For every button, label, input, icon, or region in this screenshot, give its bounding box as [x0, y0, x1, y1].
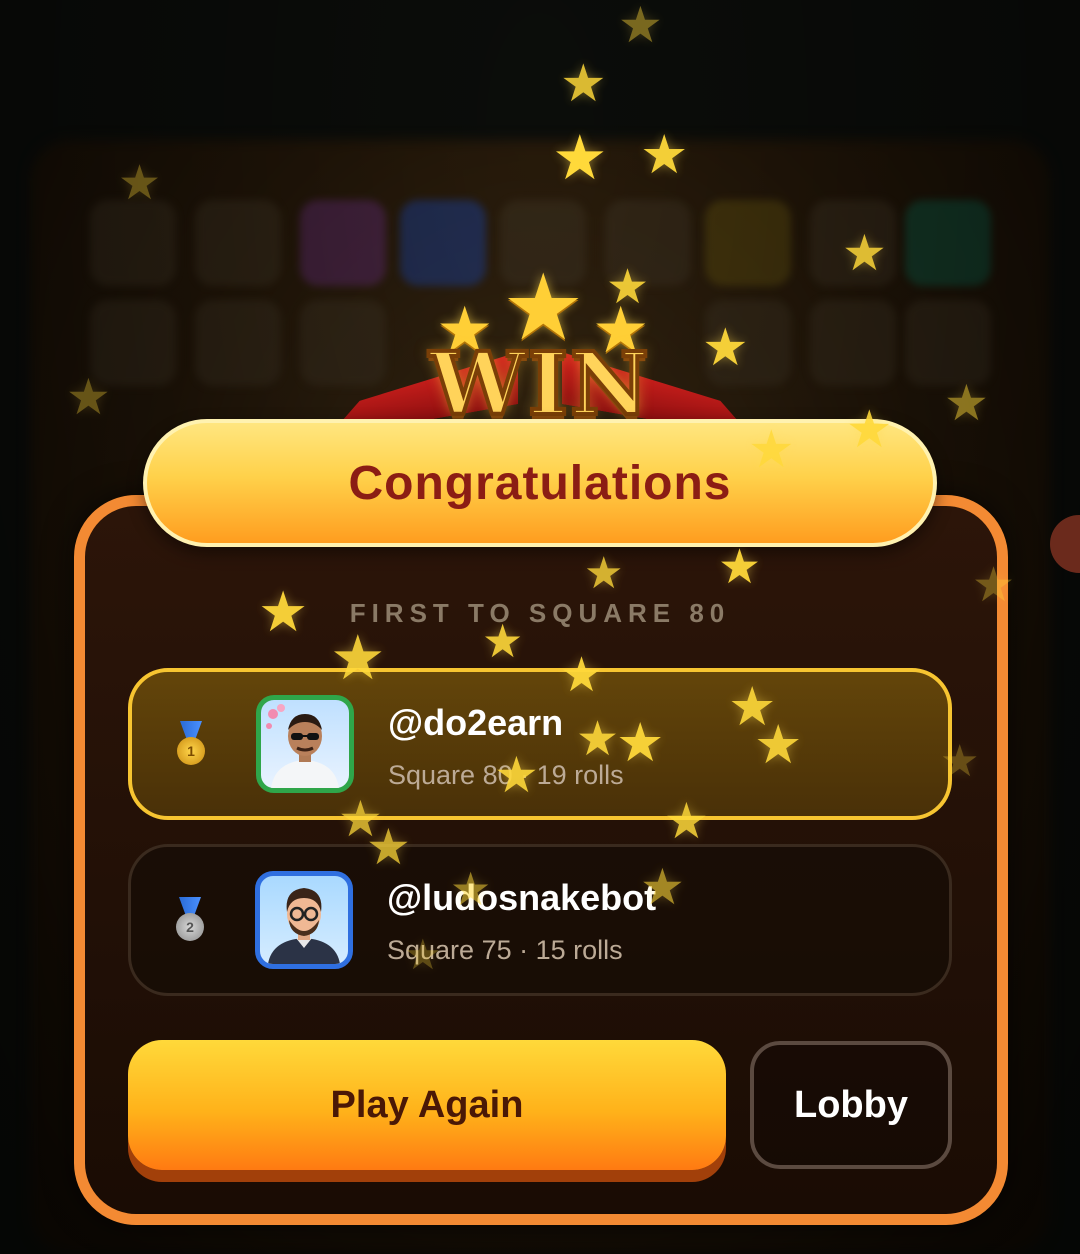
- lobby-button[interactable]: Lobby: [750, 1041, 952, 1169]
- play-again-button[interactable]: Play Again: [128, 1040, 726, 1170]
- player-row-2: 2 @ludosnakebot Square 75 · 15 rolls: [128, 844, 952, 996]
- gold-medal-icon: 1: [176, 721, 206, 767]
- avatar: [255, 871, 353, 969]
- congratulations-banner: Congratulations: [143, 419, 937, 547]
- player-stats: Square 75 · 15 rolls: [387, 935, 623, 965]
- player-name: @do2earn: [388, 702, 564, 743]
- player-stats: Square 80 · 19 rolls: [388, 760, 624, 790]
- game-mode-label: FIRST TO SQUARE 80: [349, 598, 731, 628]
- player-row-1: 1 @do2earn Square 80 · 19 rolls: [128, 668, 952, 820]
- silver-medal-icon: 2: [175, 897, 205, 943]
- player-name: @ludosnakebot: [387, 877, 657, 918]
- avatar: [256, 695, 354, 793]
- congratulations-text: Congratulations: [348, 456, 732, 510]
